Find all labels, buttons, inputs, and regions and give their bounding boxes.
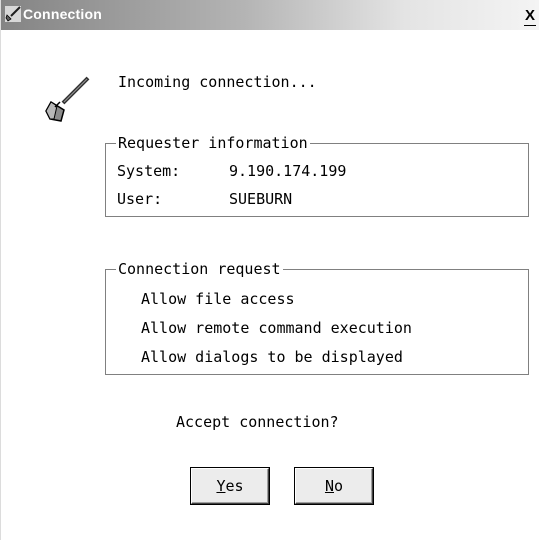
accept-question: Accept connection? — [176, 413, 339, 431]
user-label: User: — [117, 190, 163, 208]
request-item: Allow remote command execution — [141, 319, 412, 337]
no-mnemonic: N — [324, 477, 334, 495]
requester-info-group: Requester information System: 9.190.174.… — [105, 133, 529, 217]
requester-info-legend: Requester information — [116, 133, 310, 153]
system-value: 9.190.174.199 — [229, 162, 347, 180]
yes-button[interactable]: Yes — [191, 468, 269, 504]
request-item: Allow file access — [141, 290, 295, 308]
no-button[interactable]: No — [295, 468, 373, 504]
yes-label: es — [225, 477, 244, 495]
close-button[interactable]: X — [520, 8, 539, 26]
window-title: Connection — [23, 6, 102, 22]
pen-tool-icon — [5, 6, 21, 22]
connection-dialog: Connection X Incoming connection... Requ… — [0, 0, 539, 540]
user-value: SUEBURN — [229, 190, 293, 208]
connection-request-group: Connection request Allow file access All… — [105, 259, 529, 375]
pen-tool-icon — [41, 75, 91, 125]
request-item: Allow dialogs to be displayed — [141, 348, 403, 366]
incoming-message: Incoming connection... — [118, 73, 317, 91]
connection-request-legend: Connection request — [116, 259, 283, 279]
system-label: System: — [117, 162, 181, 180]
no-label: o — [334, 477, 344, 495]
title-bar[interactable]: Connection X — [1, 0, 539, 30]
